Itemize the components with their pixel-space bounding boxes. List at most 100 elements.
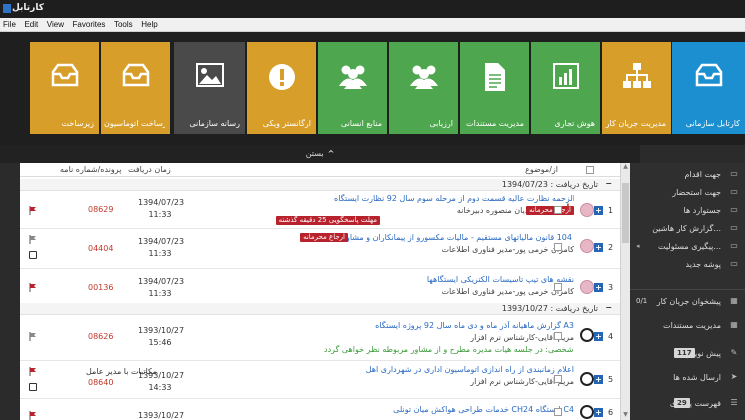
tile-organizational-media[interactable]: رسانه سازمانی: [174, 42, 245, 134]
column-case-number[interactable]: پرونده/شماره نامه: [60, 165, 121, 174]
letter-number[interactable]: 08629: [88, 205, 113, 214]
expand-row-icon[interactable]: +: [594, 243, 603, 252]
column-received-time[interactable]: زمان دریافت: [128, 165, 171, 174]
tile-human-resources[interactable]: منابع انسانی: [318, 42, 387, 134]
message-subject[interactable]: گزارش ماهیانه آذر ماه و دی ماه سال 92 پر…: [334, 321, 574, 330]
attachment-icon: [29, 251, 37, 259]
received-date: 1394/07/23: [138, 198, 185, 207]
flag-icon[interactable]: [29, 206, 36, 215]
flag-icon[interactable]: [29, 411, 36, 420]
sidebar-item-action[interactable]: جهت اقدام ▭: [630, 166, 745, 183]
collapse-group-icon[interactable]: −: [605, 303, 612, 312]
menu-favorites[interactable]: Favorites: [70, 18, 109, 32]
letter-number[interactable]: 04404: [88, 244, 113, 253]
letter-number[interactable]: 00136: [88, 283, 113, 292]
tile-infrastructure[interactable]: زیرساخت: [30, 42, 99, 134]
table-row[interactable]: 00136 1394/07/23 11:33 نقشه های تیپ تاسی…: [20, 269, 620, 307]
letter-number[interactable]: 08626: [88, 332, 113, 341]
menu-help[interactable]: Help: [138, 18, 160, 32]
flag-icon[interactable]: [29, 332, 36, 341]
folder-icon: ▭: [730, 187, 738, 196]
message-sender: مریم آقایی-کارشناس نرم افزار: [470, 377, 574, 386]
scroll-thumb[interactable]: [622, 183, 629, 243]
tile-label: ارگانستر ویکی: [262, 119, 311, 128]
folder-icon: ▭: [730, 169, 738, 178]
row-checkbox[interactable]: [554, 243, 562, 251]
row-checkbox[interactable]: [554, 375, 562, 383]
menu-view[interactable]: View: [44, 18, 67, 32]
expand-row-icon[interactable]: +: [594, 206, 603, 215]
menu-tools[interactable]: Tools: [111, 18, 136, 32]
tile-business-intelligence[interactable]: هوش تجاری: [531, 42, 600, 134]
sidebar-item-followup[interactable]: پیگیری مسئولیت... ▭ ◂: [630, 238, 745, 255]
bar-chart-icon: [531, 62, 600, 92]
row-checkbox[interactable]: [554, 206, 562, 214]
scroll-down-arrow-icon[interactable]: ▼: [621, 411, 630, 420]
tile-evaluation[interactable]: ارزیابی: [389, 42, 458, 134]
collapse-group-icon[interactable]: −: [605, 179, 612, 188]
group-label: تاریخ دریافت : 1393/10/27: [501, 304, 598, 313]
window-titlebar: کارتابل: [0, 0, 745, 18]
sidebar-item-forwarded[interactable]: جستوارد ها ▭: [630, 202, 745, 219]
column-subject[interactable]: از/موضوع: [525, 165, 558, 174]
group-header[interactable]: تاریخ دریافت : 1394/07/23 −: [20, 179, 620, 191]
message-subject[interactable]: اعلام زمانبندی از راه اندازی اتوماسیون ا…: [334, 365, 574, 374]
collapse-tiles-button[interactable]: بستن ^: [0, 145, 640, 163]
received-time: 11:33: [148, 249, 172, 258]
avatar: [580, 328, 594, 342]
send-icon: ➤: [730, 372, 738, 381]
row-checkbox[interactable]: [554, 332, 562, 340]
sidebar-item-label: ارسال شده ها: [673, 373, 721, 382]
vertical-scrollbar[interactable]: ▲ ▼: [620, 163, 630, 420]
module-tiles: کارتابل سازمانی مدیریت جریان کار هوش تجا…: [0, 32, 745, 145]
expand-row-icon[interactable]: +: [594, 375, 603, 384]
expand-row-icon[interactable]: +: [594, 332, 603, 341]
message-subject[interactable]: حق الزحمه نظارت عالیه قسمت دوم از مرحله …: [334, 194, 574, 203]
table-row[interactable]: مکاتبات با مدیر عامل 08640 1393/10/27 14…: [20, 361, 620, 399]
sidebar-item-workflow-desk[interactable]: پیشخوان جریان کار ▦ 0/1: [630, 293, 745, 310]
sidebar-item-label: پیشخوان جریان کار: [656, 297, 721, 306]
message-subject[interactable]: اصلاحیه ماده 104 قانون مالیاتهای مستقیم …: [334, 233, 574, 242]
expand-row-icon[interactable]: +: [594, 283, 603, 292]
expand-row-icon[interactable]: +: [594, 408, 603, 417]
people-icon: [389, 62, 458, 92]
tile-automation-infrastructure[interactable]: زیرساخت اتوماسیون: [101, 42, 170, 134]
row-number: 1: [608, 206, 614, 215]
letter-number[interactable]: 08640: [88, 378, 113, 387]
sidebar-item-followup-list[interactable]: فهرست پیگیری ☰ 29: [630, 395, 745, 412]
pencil-icon: ✎: [730, 348, 738, 357]
tile-workflow-management[interactable]: مدیریت جریان کار: [602, 42, 671, 134]
people-icon: [318, 62, 387, 92]
scroll-up-arrow-icon[interactable]: ▲: [621, 163, 630, 172]
sidebar-item-sent[interactable]: ارسال شده ها ➤: [630, 369, 745, 386]
row-checkbox[interactable]: [554, 283, 562, 291]
table-row[interactable]: 04404 1394/07/23 11:33 اصلاحیه ماده 104 …: [20, 229, 620, 269]
received-time: 11:33: [148, 210, 172, 219]
sidebar-item-new-folder[interactable]: پوشه جدید ▭: [630, 256, 745, 273]
expand-arrow-icon[interactable]: ◂: [636, 242, 640, 250]
sidebar-item-work-report[interactable]: گزارش کار هاشین... ▭: [630, 220, 745, 237]
table-row[interactable]: 08629 1394/07/23 11:33 حق الزحمه نظارت ع…: [20, 192, 620, 229]
sidebar-item-document-management[interactable]: مدیریت مستندات ▦: [630, 317, 745, 334]
table-row[interactable]: 1393/10/27 خدمات طراحی هواکش میان تونلی …: [20, 399, 620, 420]
tile-organster-wiki[interactable]: ارگانستر ویکی: [247, 42, 316, 134]
sidebar-item-drafts[interactable]: پیش نویس ✎ 117: [630, 345, 745, 362]
flag-icon[interactable]: [29, 283, 36, 292]
flag-icon[interactable]: [29, 235, 36, 244]
flag-icon[interactable]: [29, 367, 36, 376]
tile-label: منابع انسانی: [340, 119, 382, 128]
window-title: کارتابل: [12, 3, 44, 13]
tile-document-management[interactable]: مدیریت مستندات: [460, 42, 529, 134]
row-checkbox[interactable]: [554, 408, 562, 416]
group-header[interactable]: تاریخ دریافت : 1393/10/27 −: [20, 303, 620, 315]
table-row[interactable]: 08626 1393/10/27 15:46 گزارش ماهیانه آذر…: [20, 316, 620, 361]
menu-edit[interactable]: Edit: [21, 18, 41, 32]
tile-organizational-cartable[interactable]: کارتابل سازمانی: [672, 42, 745, 134]
received-date: 1393/10/27: [138, 411, 185, 420]
select-all-checkbox[interactable]: [586, 166, 594, 174]
sidebar-item-for-information[interactable]: جهت استحضار ▭: [630, 184, 745, 201]
message-subject[interactable]: نقشه های تیپ تاسیسات الکتریکی ایستگاهها: [334, 275, 574, 284]
message-subject[interactable]: خدمات طراحی هواکش میان تونلی CH24 ایستگا…: [334, 405, 574, 414]
menu-file[interactable]: File: [0, 18, 19, 32]
avatar: [580, 372, 594, 386]
